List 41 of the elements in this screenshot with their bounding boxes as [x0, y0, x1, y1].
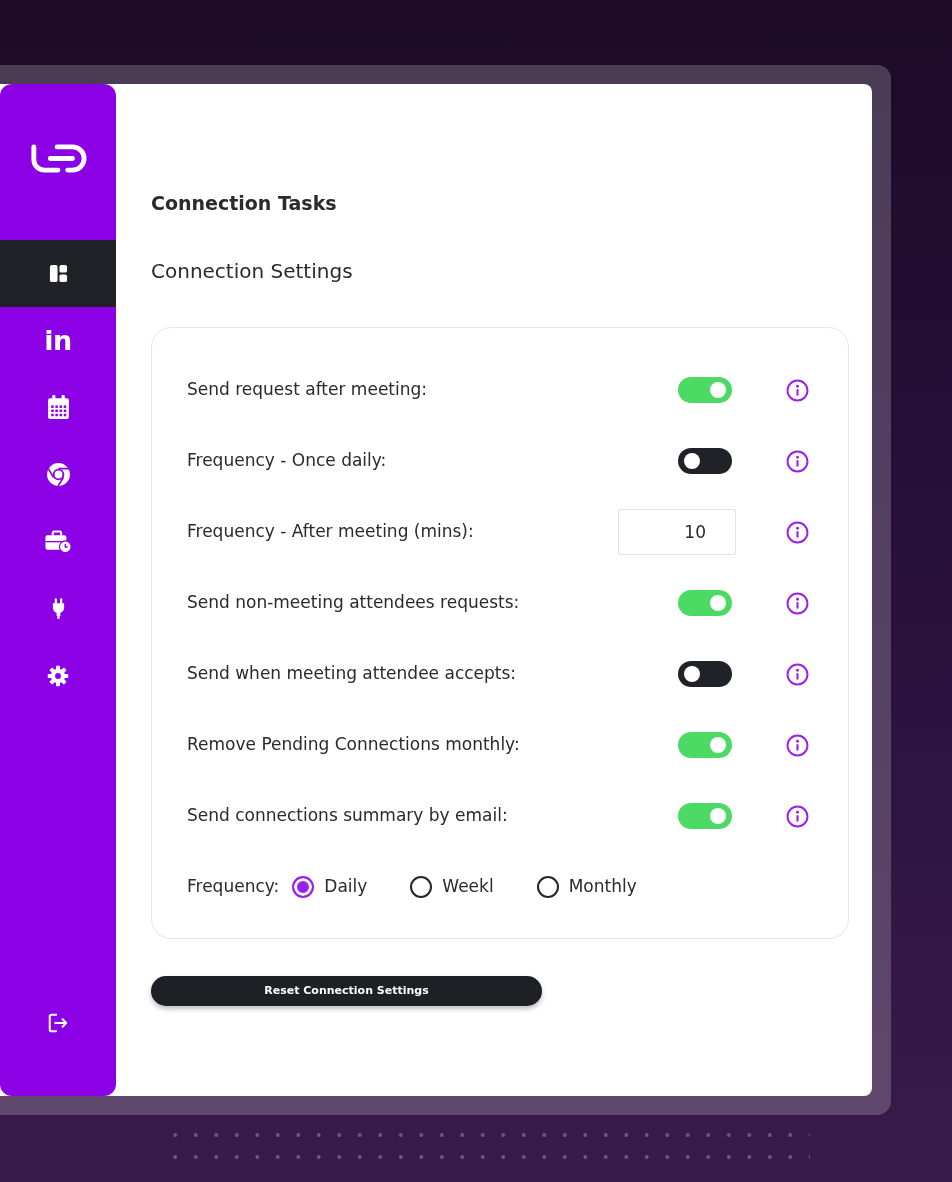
number-field[interactable]: 10 — [618, 509, 736, 555]
toggle-switch[interactable] — [678, 661, 732, 687]
calendar-icon — [46, 395, 70, 420]
sidebar-item[interactable]: in — [0, 307, 116, 374]
reset-button[interactable]: Reset Connection Settings — [151, 976, 542, 1006]
dashboard-icon — [48, 264, 68, 283]
radio-label: Monthly — [568, 875, 637, 899]
info-icon[interactable] — [786, 449, 809, 473]
toggle-switch[interactable] — [678, 377, 732, 403]
settings-icon — [47, 664, 69, 687]
toggle-switch[interactable] — [678, 590, 732, 616]
info-icon[interactable] — [786, 804, 809, 828]
toggle-switch[interactable] — [678, 448, 732, 474]
setting-label: Remove Pending Connections monthly: — [187, 733, 521, 757]
plug-icon — [50, 597, 66, 620]
setting-label: Send connections summary by email: — [187, 804, 509, 828]
info-icon[interactable] — [786, 733, 809, 757]
toggle-switch[interactable] — [678, 803, 732, 829]
browser-icon — [45, 462, 71, 487]
radio-button[interactable] — [410, 876, 433, 898]
info-icon[interactable] — [786, 378, 809, 402]
radio-label: Weekl — [442, 875, 494, 899]
info-icon[interactable] — [786, 662, 809, 686]
radio-label: Daily — [324, 875, 368, 899]
briefcase-clock-icon — [44, 530, 72, 553]
info-icon[interactable] — [786, 520, 809, 544]
toggle-switch[interactable] — [678, 732, 732, 758]
setting-label: Send when meeting attendee accepts: — [187, 662, 518, 686]
section-title: Connection Settings — [151, 259, 354, 283]
setting-label: Frequency - After meeting (mins): — [187, 520, 475, 544]
radio-button[interactable] — [292, 876, 315, 898]
sidebar-item[interactable] — [0, 240, 116, 307]
logout-icon — [47, 1011, 69, 1034]
setting-label: Send request after meeting: — [187, 378, 429, 402]
page-title: Connection Tasks — [151, 191, 338, 215]
setting-label: Frequency: — [187, 875, 280, 899]
setting-label: Send non-meeting attendees requests: — [187, 591, 521, 615]
info-icon[interactable] — [786, 591, 809, 615]
logo-icon — [29, 143, 87, 174]
radio-button[interactable] — [536, 876, 559, 898]
setting-label: Frequency - Once daily: — [187, 449, 388, 473]
